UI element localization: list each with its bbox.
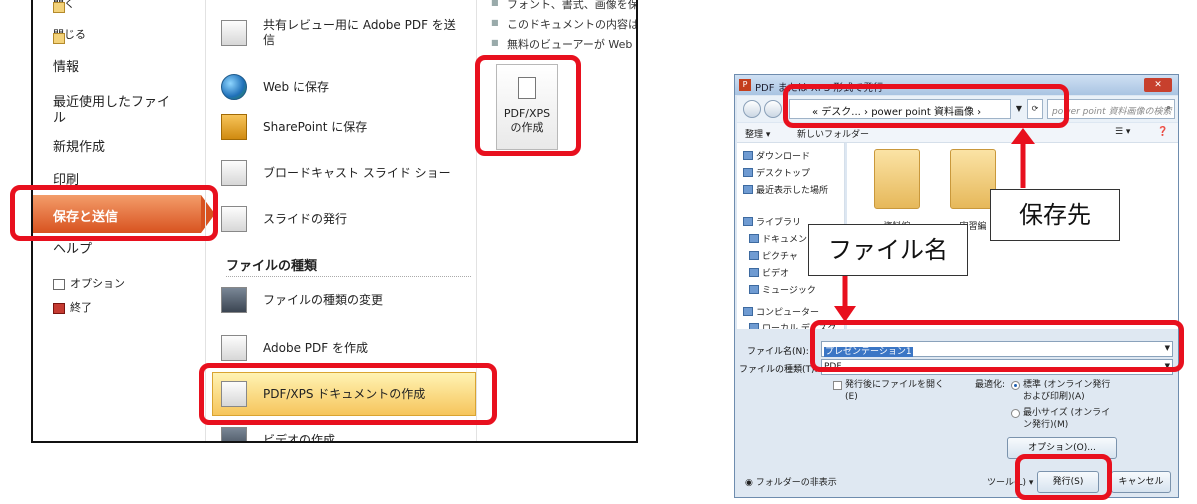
filetype-label: ファイルの種類(T): bbox=[739, 365, 818, 375]
music-icon bbox=[749, 285, 759, 294]
organize-button[interactable]: 整理 ▾ bbox=[745, 127, 770, 140]
tree-item-pictures[interactable]: ピクチャ bbox=[749, 249, 798, 262]
nav-open[interactable]: 開く bbox=[53, 0, 75, 13]
tree-item-downloads[interactable]: ダウンロード bbox=[743, 149, 810, 162]
highlight-save-send bbox=[10, 185, 218, 241]
hide-folders-button[interactable]: ◉ フォルダーの非表示 bbox=[745, 477, 837, 489]
optimize-standard-label: 標準 (オンライン発行 および印刷)(A) bbox=[1023, 380, 1111, 402]
tree-item-videos[interactable]: ビデオ bbox=[749, 266, 789, 279]
desktop-icon bbox=[743, 168, 753, 177]
recent-places-icon bbox=[743, 185, 753, 194]
highlight-pdf-xps-option bbox=[199, 363, 497, 425]
option-create-adobe-pdf[interactable]: Adobe PDF を作成 bbox=[221, 335, 368, 361]
nav-info[interactable]: 情報 bbox=[53, 60, 79, 76]
detail-bullet: フォント、書式、画像を保 bbox=[491, 0, 636, 12]
change-file-type-icon bbox=[221, 287, 247, 313]
help-icon[interactable]: ❓ bbox=[1157, 127, 1168, 137]
highlight-filename-field bbox=[810, 320, 1184, 372]
cancel-button[interactable]: キャンセル bbox=[1111, 471, 1171, 493]
nav-exit[interactable]: 終了 bbox=[53, 300, 92, 316]
optimize-standard-radio[interactable] bbox=[1011, 381, 1020, 390]
nav-new[interactable]: 新規作成 bbox=[53, 140, 105, 156]
adobe-pdf-icon bbox=[221, 335, 247, 361]
highlight-publish-button bbox=[1015, 454, 1112, 500]
option-change-file-type[interactable]: ファイルの種類の変更 bbox=[221, 287, 383, 313]
detail-bullet: このドキュメントの内容は bbox=[491, 16, 636, 32]
tree-item-desktop[interactable]: デスクトップ bbox=[743, 166, 810, 179]
option-save-web[interactable]: Web に保存 bbox=[221, 74, 329, 100]
option-create-video[interactable]: ビデオの作成 bbox=[221, 427, 335, 441]
adobe-review-icon bbox=[221, 20, 247, 46]
documents-icon bbox=[749, 234, 759, 243]
folder-icon bbox=[874, 149, 920, 209]
highlight-address-bar bbox=[783, 84, 1069, 128]
nav-options[interactable]: オプション bbox=[53, 276, 125, 292]
tree-item-documents[interactable]: ドキュメント bbox=[749, 232, 816, 245]
video-icon bbox=[221, 427, 247, 441]
optimize-minimum-radio[interactable] bbox=[1011, 409, 1020, 418]
powerpoint-icon: P bbox=[739, 79, 751, 91]
tree-item-recent[interactable]: 最近表示した場所 bbox=[743, 183, 828, 196]
publish-slides-icon bbox=[221, 206, 247, 232]
option-broadcast[interactable]: ブロードキャスト スライド ショー bbox=[221, 160, 451, 186]
tree-item-libraries[interactable]: ライブラリ bbox=[743, 215, 801, 228]
optimize-minimum-label: 最小サイズ (オンライ ン発行)(M) bbox=[1023, 408, 1111, 430]
option-send-adobe-review[interactable]: 共有レビュー用に Adobe PDF を送 信 bbox=[221, 18, 456, 48]
filename-label: ファイル名(N): bbox=[747, 347, 809, 357]
broadcast-icon bbox=[221, 160, 247, 186]
nav-close[interactable]: 閉じる bbox=[53, 27, 86, 44]
nav-recent[interactable]: 最近使用したファイ ル bbox=[53, 95, 170, 127]
sharepoint-icon bbox=[221, 114, 247, 140]
options-icon bbox=[53, 278, 65, 290]
file-types-heading: ファイルの種類 bbox=[226, 259, 318, 274]
tree-item-music[interactable]: ミュージック bbox=[749, 283, 816, 296]
folder-open-icon bbox=[53, 2, 65, 13]
close-button[interactable]: ✕ bbox=[1144, 78, 1172, 92]
back-button[interactable] bbox=[743, 100, 761, 118]
optimize-label: 最適化: bbox=[975, 380, 1006, 390]
tutorial-screenshot: 開く 閉じる 情報 最近使用したファイ ル 新規作成 印刷 保存と送信 ヘルプ … bbox=[0, 0, 1197, 504]
pictures-icon bbox=[749, 251, 759, 260]
divider bbox=[226, 276, 471, 277]
publish-pdf-dialog: P PDF または XPS 形式で発行 ✕ « デスク... › power p… bbox=[734, 74, 1179, 498]
folder-item[interactable]: 資料編 bbox=[869, 149, 925, 232]
new-folder-button[interactable]: 新しいフォルダー bbox=[797, 127, 869, 140]
globe-icon bbox=[221, 74, 247, 100]
detail-bullet: 無料のビューアーが Web bbox=[491, 36, 632, 52]
forward-button[interactable] bbox=[764, 100, 782, 118]
exit-icon bbox=[53, 302, 65, 314]
callout-save-location: 保存先 bbox=[990, 189, 1120, 241]
highlight-create-pdf-xps-button bbox=[475, 55, 581, 156]
videos-icon bbox=[749, 268, 759, 277]
open-after-checkbox[interactable] bbox=[833, 381, 842, 390]
callout-file-name: ファイル名 bbox=[808, 224, 968, 276]
library-icon bbox=[743, 217, 753, 226]
folder-close-icon bbox=[53, 33, 65, 44]
computer-icon bbox=[743, 307, 753, 316]
view-button[interactable]: ☰ ▾ bbox=[1115, 127, 1130, 137]
tree-item-computer[interactable]: コンピューター bbox=[743, 305, 819, 318]
arrow-up-icon bbox=[1011, 128, 1035, 188]
nav-help[interactable]: ヘルプ bbox=[53, 242, 92, 258]
open-after-label: 発行後にファイルを開く (E) bbox=[845, 380, 945, 402]
option-save-sharepoint[interactable]: SharePoint に保存 bbox=[221, 114, 367, 140]
arrow-down-icon bbox=[834, 276, 856, 322]
search-icon: ⌕ bbox=[1165, 103, 1171, 113]
option-publish-slides[interactable]: スライドの発行 bbox=[221, 206, 347, 232]
downloads-icon bbox=[743, 151, 753, 160]
